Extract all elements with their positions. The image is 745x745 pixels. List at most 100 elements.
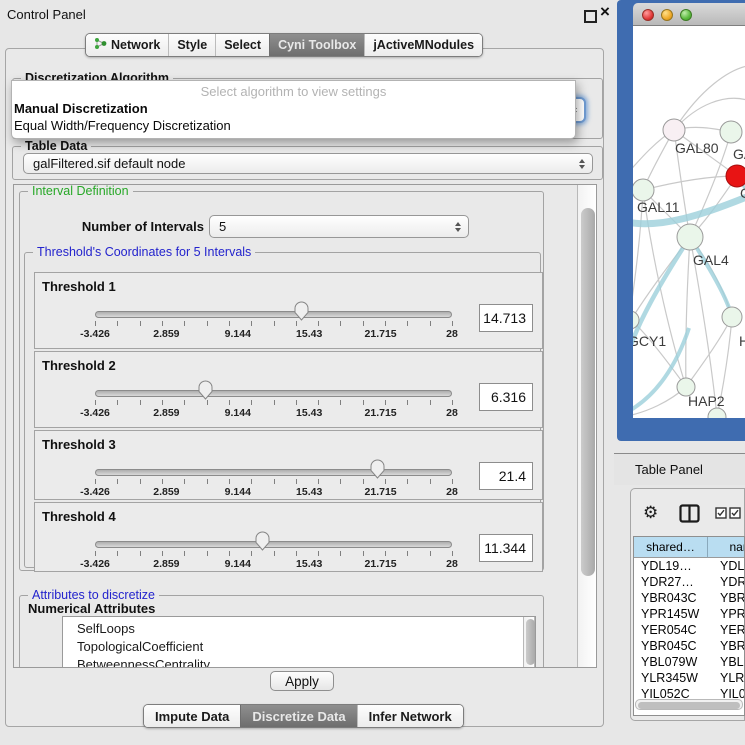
slider-tick (452, 400, 453, 405)
slider-tick (363, 479, 364, 484)
slider-tick (274, 400, 275, 405)
network-node[interactable] (633, 179, 654, 201)
slider-thumb[interactable] (369, 458, 386, 479)
group-title: Attributes to discretize (28, 588, 159, 602)
slider-tick (430, 479, 431, 484)
group-title: Table Data (21, 139, 91, 153)
table-row[interactable]: YDL19…YDL1 (634, 558, 745, 574)
threshold-value-field[interactable]: 21.4 (479, 462, 533, 490)
numerical-attributes-list[interactable]: SelfLoopsTopologicalCoefficientBetweenne… (62, 616, 536, 668)
tab-label: Select (224, 38, 261, 52)
column-header-name[interactable]: name (708, 537, 745, 558)
network-node[interactable] (663, 119, 685, 141)
checked-checkbox-icon[interactable] (715, 507, 727, 519)
settings-vertical-scrollbar[interactable] (577, 185, 597, 668)
apply-button[interactable]: Apply (270, 671, 334, 691)
slider-tick (385, 479, 386, 484)
network-view-canvas[interactable]: GAL80GACGAL11GAL4GCY1HHAP2 (633, 26, 745, 418)
table-row[interactable]: YBR043CYBR0 (634, 590, 745, 606)
slider-tick (162, 321, 163, 326)
dropdown-placeholder: Select algorithm to view settings (12, 83, 575, 100)
network-node[interactable] (726, 165, 745, 187)
slider-tick (207, 321, 208, 326)
network-node[interactable] (722, 307, 742, 327)
table-row[interactable]: YDR27…YDR2 (634, 574, 745, 590)
interval-definition-group: Interval Definition Number of Intervals … (19, 191, 544, 571)
dropdown-option-equal-width-frequency-discretization[interactable]: Equal Width/Frequency Discretization (12, 117, 575, 134)
slider-tick-label: 15.43 (296, 407, 322, 419)
checked-checkbox-icon[interactable] (729, 507, 741, 519)
number-of-intervals-combobox[interactable]: 5 (209, 215, 469, 238)
float-window-icon[interactable] (584, 10, 597, 23)
column-header-shared-[interactable]: shared… (634, 537, 708, 558)
tab-jactivemnodules[interactable]: jActiveMNodules (364, 34, 482, 56)
slider-tick-label: 28 (446, 486, 458, 498)
table-row[interactable]: YER054CYER0 (634, 622, 745, 638)
slider-tick (318, 551, 319, 556)
tab-style[interactable]: Style (168, 34, 215, 56)
scrollbar-thumb[interactable] (526, 619, 535, 665)
network-window-titlebar[interactable] (633, 3, 745, 26)
minimize-window-icon[interactable] (661, 9, 673, 21)
slider-tick (430, 400, 431, 405)
tab-infer-network[interactable]: Infer Network (357, 705, 463, 727)
scrollbar-thumb[interactable] (581, 208, 595, 576)
slider-tick (184, 321, 185, 326)
settings-gear-icon[interactable]: ⚙ (643, 503, 658, 523)
threshold-label: Threshold 2 (42, 358, 116, 373)
threshold-panel: Threshold 3-3.4262.8599.14415.4321.71528… (34, 430, 543, 500)
slider-thumb[interactable] (254, 530, 271, 551)
slider-tick (340, 321, 341, 326)
node-label: GAL4 (693, 252, 729, 268)
threshold-value-field[interactable]: 14.713 (479, 304, 533, 332)
threshold-label: Threshold 3 (42, 437, 116, 452)
table-data-combobox[interactable]: galFiltered.sif default node (23, 153, 593, 174)
table-horizontal-scrollbar[interactable] (635, 699, 743, 710)
close-window-icon[interactable] (642, 9, 654, 21)
tab-cyni-toolbox[interactable]: Cyni Toolbox (269, 34, 364, 56)
attribute-item-betweennesscentrality[interactable]: BetweennessCentrality (63, 656, 535, 668)
slider-track[interactable] (95, 390, 452, 397)
attribute-item-topologicalcoefficient[interactable]: TopologicalCoefficient (63, 638, 535, 656)
network-node[interactable] (720, 121, 742, 143)
tab-impute-data[interactable]: Impute Data (144, 705, 240, 727)
table-row[interactable]: YPR145WYPR1 (634, 606, 745, 622)
tab-select[interactable]: Select (215, 34, 269, 56)
network-node[interactable] (677, 224, 703, 250)
slider-tick (452, 479, 453, 484)
slider-thumb[interactable] (197, 379, 214, 400)
close-panel-icon[interactable]: × (600, 2, 610, 22)
slider-tick (452, 551, 453, 556)
slider-tick-label: 28 (446, 407, 458, 419)
cell-shared-name: YBR045C (634, 638, 715, 654)
cell-name: YER0 (715, 622, 745, 638)
slider-tick (117, 400, 118, 405)
tab-network[interactable]: Network (86, 34, 168, 56)
attributes-list-scrollbar[interactable] (523, 617, 535, 668)
table-row[interactable]: YBL079WYBL0 (634, 654, 745, 670)
slider-tick (363, 400, 364, 405)
slider-tick (140, 551, 141, 556)
network-node[interactable] (708, 408, 726, 418)
threshold-value-field[interactable]: 6.316 (479, 383, 533, 411)
slider-track[interactable] (95, 541, 452, 548)
slider-tick (274, 321, 275, 326)
cell-name: YDL1 (715, 558, 745, 574)
slider-thumb[interactable] (293, 300, 310, 321)
threshold-value-field[interactable]: 11.344 (479, 534, 533, 562)
table-row[interactable]: YLR345WYLR3 (634, 670, 745, 686)
column-layout-icon[interactable] (679, 504, 700, 523)
dropdown-option-manual-discretization[interactable]: Manual Discretization (12, 100, 575, 117)
table-row[interactable]: YBR045CYBR0 (634, 638, 745, 654)
slider-track[interactable] (95, 311, 452, 318)
slider-tick-label: 9.144 (225, 328, 251, 340)
slider-tick (385, 321, 386, 326)
cell-shared-name: YBL079W (634, 654, 715, 670)
combo-stepper-icon (579, 159, 585, 169)
slider-track[interactable] (95, 469, 452, 476)
zoom-window-icon[interactable] (680, 9, 692, 21)
tab-discretize-data[interactable]: Discretize Data (240, 705, 356, 727)
scrollbar-thumb[interactable] (638, 702, 740, 709)
attribute-item-selfloops[interactable]: SelfLoops (63, 620, 535, 638)
slider-tick (140, 321, 141, 326)
